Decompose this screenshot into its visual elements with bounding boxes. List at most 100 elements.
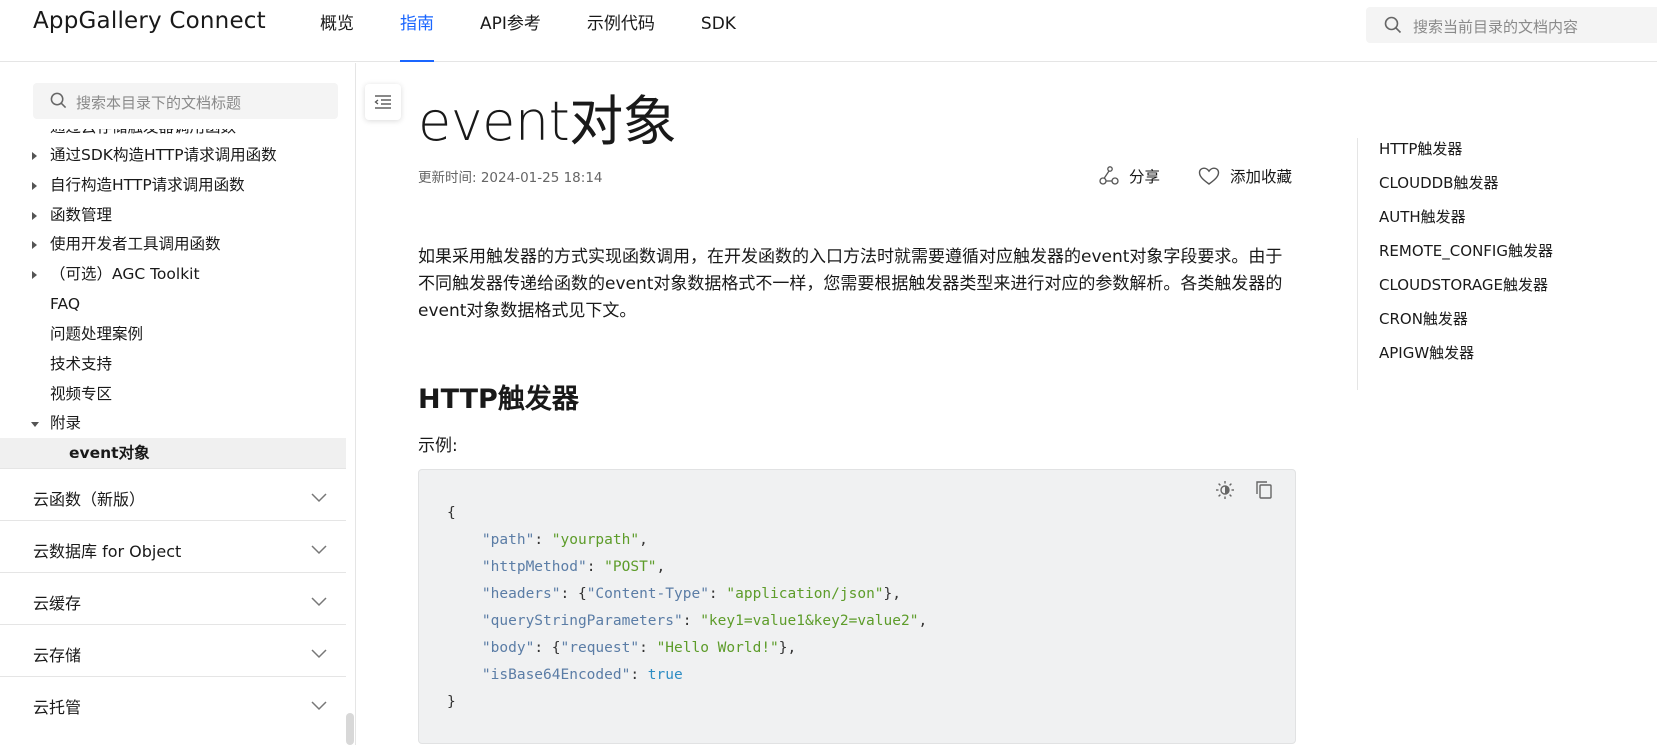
update-time: 更新时间: 2024-01-25 18:14 bbox=[418, 170, 603, 186]
intro-paragraph: 如果采用触发器的方式实现函数调用，在开发函数的入口方法时就需要遵循对应触发器的e… bbox=[418, 247, 1283, 321]
toc-item-cloudstorage[interactable]: CLOUDSTORAGE触发器 bbox=[1379, 274, 1548, 295]
code-string: "Hello World!" bbox=[656, 640, 779, 656]
nav-sdk[interactable]: SDK bbox=[701, 0, 736, 62]
code-punct: }, bbox=[778, 640, 797, 656]
code-string: "application/json" bbox=[726, 586, 884, 602]
search-placeholder: 搜索当前目录的文档内容 bbox=[1413, 18, 1579, 36]
top-header: AppGallery Connect 概览 指南 API参考 示例代码 SDK … bbox=[0, 0, 1657, 62]
sidebar-search-placeholder: 搜索本目录下的文档标题 bbox=[76, 94, 242, 112]
section-label: 云函数（新版） bbox=[33, 490, 146, 509]
caret-right-icon[interactable] bbox=[32, 152, 37, 160]
example-label: 示例: bbox=[418, 436, 458, 456]
chevron-down-icon bbox=[311, 592, 327, 611]
share-icon bbox=[1099, 166, 1119, 185]
sidebar-section[interactable]: 云托管 bbox=[0, 676, 346, 731]
code-key: "queryStringParameters" bbox=[481, 613, 683, 629]
code-punct: : bbox=[586, 559, 605, 575]
caret-right-icon[interactable] bbox=[32, 241, 37, 249]
collapse-sidebar-button[interactable] bbox=[365, 84, 401, 120]
sidebar-section[interactable]: 云函数（新版） bbox=[0, 468, 346, 523]
code-punct: : bbox=[708, 586, 727, 602]
tree-item-appendix[interactable]: 附录 bbox=[0, 408, 346, 439]
code-punct: : bbox=[534, 532, 552, 548]
tree-item[interactable]: （可选）AGC Toolkit bbox=[0, 259, 346, 290]
toc-item-apigw[interactable]: APIGW触发器 bbox=[1379, 342, 1474, 363]
code-punct: , bbox=[639, 532, 648, 548]
nav-guide[interactable]: 指南 bbox=[400, 0, 434, 62]
code-key: "request" bbox=[560, 640, 640, 656]
code-key: "headers" bbox=[481, 586, 561, 602]
sidebar-section[interactable]: 云数据库 for Object bbox=[0, 520, 346, 575]
search-icon bbox=[50, 92, 67, 113]
heart-icon bbox=[1198, 167, 1220, 185]
share-label: 分享 bbox=[1129, 168, 1161, 186]
code-punct: , bbox=[918, 613, 928, 629]
page-title: event对象 bbox=[418, 90, 677, 153]
tree-item-label: 自行构造HTTP请求调用函数 bbox=[50, 176, 245, 194]
sidebar-search-input[interactable]: 搜索本目录下的文档标题 bbox=[33, 83, 338, 119]
code-key: "path" bbox=[481, 532, 535, 548]
caret-right-icon[interactable] bbox=[32, 212, 37, 220]
caret-right-icon[interactable] bbox=[32, 271, 37, 279]
toc-item-auth[interactable]: AUTH触发器 bbox=[1379, 206, 1466, 227]
tree-item[interactable]: 函数管理 bbox=[0, 200, 346, 231]
chevron-down-icon bbox=[311, 696, 327, 715]
doc-search-input[interactable]: 搜索当前目录的文档内容 bbox=[1366, 7, 1657, 43]
search-icon bbox=[1384, 16, 1402, 38]
site-logo[interactable]: AppGallery Connect bbox=[33, 8, 266, 34]
code-block: { "path": "yourpath", "httpMethod": "POS… bbox=[418, 469, 1296, 744]
nav-api-reference[interactable]: API参考 bbox=[480, 0, 541, 62]
tree-item-label: FAQ bbox=[50, 295, 81, 313]
tree-item-label: 使用开发者工具调用函数 bbox=[50, 235, 221, 253]
tree-item-faq[interactable]: FAQ bbox=[0, 289, 346, 320]
sidebar-section[interactable]: 云存储 bbox=[0, 624, 346, 679]
favorite-label: 添加收藏 bbox=[1230, 168, 1293, 186]
sidebar-section[interactable]: 云缓存 bbox=[0, 572, 346, 627]
indent-icon bbox=[374, 95, 391, 109]
nav-sample-code[interactable]: 示例代码 bbox=[587, 0, 655, 62]
section-label: 云缓存 bbox=[33, 594, 82, 613]
tree-item[interactable]: 自行构造HTTP请求调用函数 bbox=[0, 170, 346, 201]
code-key: "httpMethod" bbox=[481, 559, 587, 575]
tree-item-label: 通过SDK构造HTTP请求调用函数 bbox=[50, 146, 277, 164]
toc-item-cron[interactable]: CRON触发器 bbox=[1379, 308, 1468, 329]
chevron-down-icon bbox=[311, 540, 327, 559]
tree-item[interactable]: 视频专区 bbox=[0, 379, 346, 410]
article-actions: 分享 添加收藏 bbox=[1098, 165, 1298, 189]
code-string: "POST" bbox=[604, 559, 657, 575]
code-punct: , bbox=[656, 559, 666, 575]
code-bool: true bbox=[647, 667, 683, 683]
tree-item[interactable]: 通过SDK构造HTTP请求调用函数 bbox=[0, 140, 346, 171]
theme-toggle-icon[interactable] bbox=[1215, 480, 1235, 504]
code-punct: : { bbox=[560, 586, 587, 602]
tree-item-label: 附录 bbox=[50, 414, 82, 432]
sidebar-scrollbar[interactable] bbox=[346, 713, 354, 745]
tree-item-label: 函数管理 bbox=[50, 206, 113, 224]
tree-item-label: 视频专区 bbox=[50, 385, 113, 403]
tree-item[interactable]: 问题处理案例 bbox=[0, 319, 346, 350]
sidebar: 搜索本目录下的文档标题 通过云存储触发器调用函数 通过SDK构造HTTP请求调用… bbox=[0, 63, 356, 745]
tree-item[interactable]: 使用开发者工具调用函数 bbox=[0, 229, 346, 260]
chevron-down-icon bbox=[311, 488, 327, 507]
tree-item[interactable]: 技术支持 bbox=[0, 349, 346, 380]
caret-right-icon[interactable] bbox=[32, 182, 37, 190]
caret-down-icon[interactable] bbox=[31, 422, 39, 427]
nav-overview[interactable]: 概览 bbox=[320, 0, 354, 62]
toc-item-http[interactable]: HTTP触发器 bbox=[1379, 138, 1462, 159]
copy-icon[interactable] bbox=[1255, 480, 1273, 504]
code-key: "body" bbox=[481, 640, 535, 656]
toc-item-clouddb[interactable]: CLOUDDB触发器 bbox=[1379, 172, 1498, 193]
section-label: 云数据库 for Object bbox=[33, 542, 182, 561]
code-brace: } bbox=[447, 694, 456, 710]
section-heading-http: HTTP触发器 bbox=[418, 384, 579, 415]
code-punct: : bbox=[682, 613, 701, 629]
section-label: 云存储 bbox=[33, 646, 82, 665]
code-string: "key1=value1&key2=value2" bbox=[700, 613, 919, 629]
section-label: 云托管 bbox=[33, 698, 82, 717]
code-key: "isBase64Encoded" bbox=[481, 667, 631, 683]
toc-item-remote-config[interactable]: REMOTE_CONFIG触发器 bbox=[1379, 240, 1553, 261]
tree-item-event-object[interactable]: event对象 bbox=[0, 438, 346, 469]
code-punct: : bbox=[630, 667, 648, 683]
tree-item-label: （可选）AGC Toolkit bbox=[50, 265, 200, 283]
tree-item-label: 技术支持 bbox=[50, 355, 113, 373]
